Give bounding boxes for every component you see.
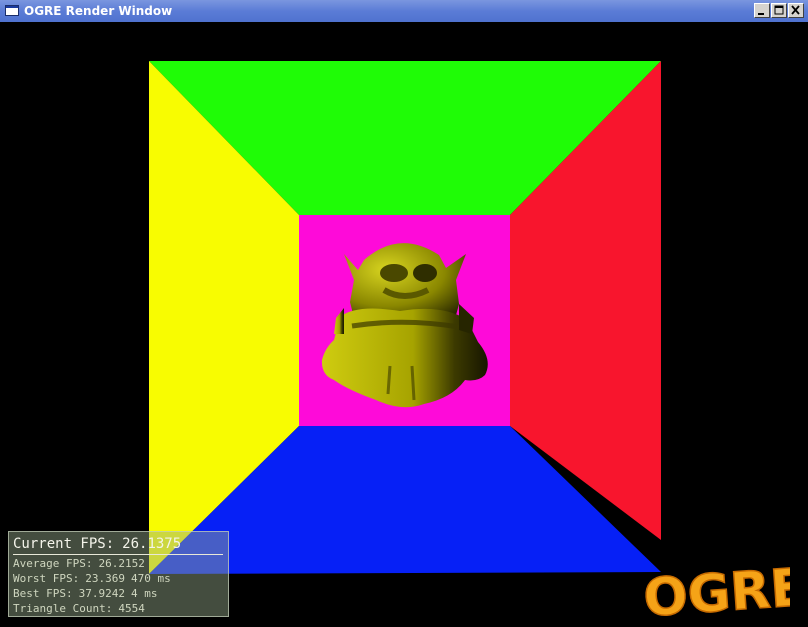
window-title: OGRE Render Window	[24, 4, 173, 18]
close-button[interactable]	[788, 3, 804, 18]
fps-stats-panel: Current FPS: 26.1375 Average FPS: 26.2152 …	[8, 531, 229, 617]
worst-fps-time: 470 ms	[130, 572, 171, 585]
maximize-icon	[774, 5, 784, 15]
window-icon[interactable]	[5, 5, 19, 16]
current-fps-label: Current FPS:	[13, 536, 115, 552]
best-fps-time: 4 ms	[130, 587, 158, 600]
minimize-icon	[758, 13, 764, 15]
triangle-count: Triangle Count: 4554	[13, 602, 145, 616]
worst-fps-label: Worst FPS:	[13, 572, 80, 585]
average-fps: Average FPS: 26.2152	[13, 557, 145, 571]
current-fps: Current FPS: 26.1375	[13, 535, 181, 553]
window-controls	[754, 3, 804, 19]
average-fps-value: 26.2152	[98, 557, 145, 570]
ogre-render-window: OGRE Render Window Current FPS: 26.1375 …	[0, 0, 808, 627]
current-fps-value: 26.1375	[122, 536, 182, 552]
stats-divider	[13, 554, 223, 555]
maximize-button[interactable]	[771, 3, 787, 18]
best-fps-label: Best FPS:	[13, 587, 73, 600]
ogre-logo-text: OGRE	[642, 558, 790, 623]
close-icon	[791, 5, 800, 15]
title-bar[interactable]: OGRE Render Window	[0, 0, 808, 22]
ogre-logo: OGRE OGRE	[640, 554, 790, 623]
worst-fps-value: 23.369	[85, 572, 125, 585]
worst-fps: Worst FPS: 23.369 470 ms	[13, 572, 171, 586]
minimize-button[interactable]	[754, 3, 770, 18]
triangle-count-value: 4554	[118, 602, 145, 615]
best-fps: Best FPS: 37.9242 4 ms	[13, 587, 157, 601]
triangle-count-label: Triangle Count:	[13, 602, 113, 615]
average-fps-label: Average FPS:	[13, 557, 93, 570]
best-fps-value: 37.9242	[78, 587, 125, 600]
